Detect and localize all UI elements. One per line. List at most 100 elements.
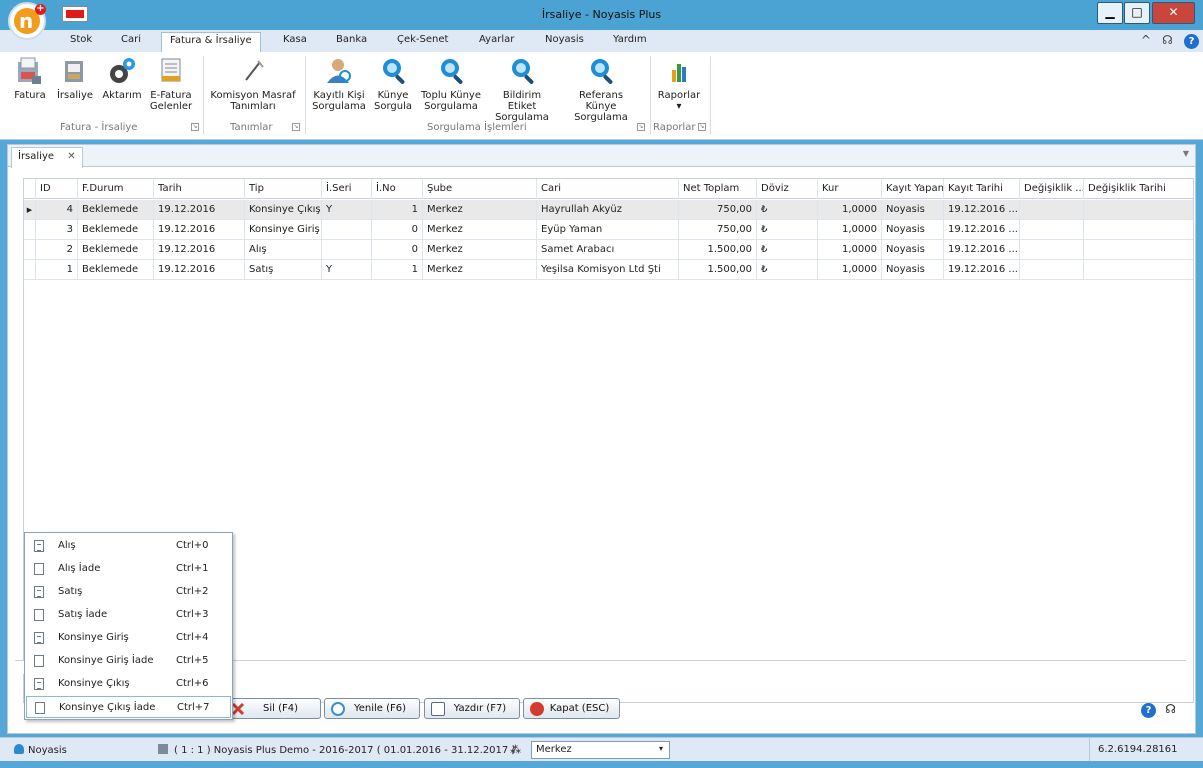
user-icon [14, 744, 24, 754]
column-header-kayit-tarihi[interactable]: Kayıt Tarihi [944, 179, 1020, 199]
branch-select[interactable]: Merkez ▾ [531, 741, 670, 759]
tab-list-dropdown-icon[interactable]: ▼ [1183, 149, 1189, 158]
cell-tip: Konsinye Çıkış [245, 200, 322, 220]
cell-doviz: ₺ [757, 240, 818, 260]
column-header-tarih[interactable]: Tarih [154, 179, 245, 199]
bildirim-etiket-sorgulama-button[interactable]: Bildirim Etiket Sorgulama [488, 56, 556, 123]
cell-net-toplam: 750,00 [679, 200, 757, 220]
flag-icon[interactable] [62, 6, 88, 22]
group-launcher-tanimlar[interactable]: ↘ [292, 123, 300, 131]
document-icon [34, 540, 44, 552]
group-launcher-raporlar[interactable]: ↘ [698, 123, 706, 131]
menu-item-alis[interactable]: Alış Ctrl+0 [26, 535, 231, 557]
cell-doviz: ₺ [757, 260, 818, 280]
menu-item-shortcut: Ctrl+6 [176, 678, 209, 689]
tab-banka[interactable]: Banka [336, 34, 367, 45]
efatura-label-1: E-Fatura [150, 90, 192, 101]
close-tab-icon[interactable]: ✕ [67, 151, 75, 162]
tab-stok[interactable]: Stok [70, 34, 92, 45]
irsaliye-button[interactable]: İrsaliye [55, 56, 95, 101]
collapse-ribbon-icon[interactable]: ^ [1141, 33, 1151, 47]
cell-seri [322, 220, 372, 240]
kunye-sorgula-button[interactable]: Künye Sorgula [373, 56, 413, 112]
tab-cari[interactable]: Cari [121, 34, 141, 45]
komisyon-masraf-button[interactable]: Komisyon Masraf Tanımları [210, 56, 296, 112]
group-launcher-sorgulama[interactable]: ↘ [637, 123, 645, 131]
table-row[interactable]: 2 Beklemede 19.12.2016 Alış 0 Merkez Sam… [24, 240, 1193, 260]
raporlar-button[interactable]: Raporlar ▾ [656, 56, 702, 112]
delete-icon [231, 702, 245, 716]
column-header-kayit-yapan[interactable]: Kayıt Yapan [882, 179, 944, 199]
aktarim-button[interactable]: Aktarım [102, 56, 142, 101]
help-icon[interactable]: ? [1184, 34, 1199, 49]
column-header-doviz[interactable]: Döviz [757, 179, 818, 199]
app-logo-button[interactable]: n + [8, 2, 46, 40]
cell-degisiklik [1020, 240, 1084, 260]
headset-icon[interactable]: ☊ [1162, 33, 1173, 47]
headset-icon[interactable]: ☊ [1165, 702, 1176, 716]
yenile-button[interactable]: Yenile (F6) [324, 698, 420, 719]
tab-yardim[interactable]: Yardım [613, 34, 647, 45]
table-row[interactable]: 3 Beklemede 19.12.2016 Konsinye Giriş 0 … [24, 220, 1193, 240]
group-launcher-fatura[interactable]: ↘ [191, 123, 199, 131]
column-header-id[interactable]: ID [36, 179, 78, 199]
efatura-gelenler-button[interactable]: E-Fatura Gelenler [148, 56, 194, 112]
tab-ayarlar[interactable]: Ayarlar [479, 34, 514, 45]
group-label-fatura-irsaliye: Fatura - İrsaliye [60, 122, 138, 133]
group-label-raporlar: Raporlar [653, 122, 696, 133]
menu-item-satis-iade[interactable]: Satış İade Ctrl+3 [26, 604, 231, 626]
row-indicator-icon: ▶ [24, 200, 36, 220]
menu-item-konsinye-cikis[interactable]: Konsinye Çıkış Ctrl+6 [26, 673, 231, 695]
fatura-button[interactable]: Fatura [12, 56, 48, 101]
column-header-net-toplam[interactable]: Net Toplam [679, 179, 757, 199]
menu-item-konsinye-giris-iade[interactable]: Konsinye Giriş İade Ctrl+5 [26, 650, 231, 672]
yenile-button-label: Yenile (F6) [353, 703, 407, 714]
sil-button[interactable]: Sil (F4) [224, 698, 321, 719]
column-header-iseri[interactable]: İ.Seri [322, 179, 372, 199]
minimize-button[interactable]: ▁ [1097, 2, 1123, 24]
referans-kunye-sorgulama-button[interactable]: Referans Künye Sorgulama [562, 56, 640, 123]
column-header-ino[interactable]: İ.No [372, 179, 423, 199]
yazdir-button[interactable]: Yazdır (F7) [424, 698, 520, 719]
cell-kayit-tarihi: 19.12.2016 ... [944, 220, 1020, 240]
tab-fatura-irsaliye[interactable]: Fatura & İrsaliye [161, 32, 261, 53]
column-header-cari[interactable]: Cari [537, 179, 679, 199]
referans-label-2: Sorgulama [574, 112, 628, 123]
cell-id: 4 [36, 200, 78, 220]
menu-item-konsinye-cikis-iade[interactable]: Konsinye Çıkış İade Ctrl+7 [26, 696, 231, 718]
cell-cari: Eyüp Yaman [537, 220, 679, 240]
tab-noyasis[interactable]: Noyasis [545, 34, 584, 45]
cell-tarih: 19.12.2016 [154, 220, 245, 240]
cell-no: 0 [372, 240, 423, 260]
column-header-sube[interactable]: Şube [423, 179, 537, 199]
close-button[interactable]: ✕ [1152, 2, 1195, 24]
column-header-degisiklik-tarihi[interactable]: Değişiklik Tarihi [1084, 179, 1193, 199]
maximize-button[interactable]: □ [1124, 2, 1150, 24]
table-row[interactable]: ▶ 4 Beklemede 19.12.2016 Konsinye Çıkış … [24, 200, 1193, 220]
raporlar-dropdown-icon[interactable]: ▾ [676, 101, 681, 112]
cell-kur: 1,0000 [818, 260, 882, 280]
title-bar[interactable]: İrsaliye - Noyasis Plus ▁ □ ✕ [0, 0, 1203, 30]
cell-degisiklik [1020, 200, 1084, 220]
column-header-degisiklik[interactable]: Değişiklik ... [1020, 179, 1084, 199]
menu-item-konsinye-giris[interactable]: Konsinye Giriş Ctrl+4 [26, 627, 231, 649]
toplu-kunye-sorgulama-button[interactable]: Toplu Künye Sorgulama [420, 56, 482, 112]
kayitli-kisi-sorgulama-button[interactable]: Kayıtlı Kişi Sorgulama [312, 56, 366, 112]
cell-tip: Alış [245, 240, 322, 260]
document-tab-label: İrsaliye [18, 151, 55, 162]
table-row[interactable]: 1 Beklemede 19.12.2016 Satış Y 1 Merkez … [24, 260, 1193, 280]
kapat-button[interactable]: Kapat (ESC) [523, 698, 620, 719]
referans-label-1: Referans Künye [578, 90, 624, 112]
menu-item-alis-iade[interactable]: Alış İade Ctrl+1 [26, 558, 231, 580]
menu-item-satis[interactable]: Satış Ctrl+2 [26, 581, 231, 603]
column-header-fdurum[interactable]: F.Durum [78, 179, 154, 199]
cell-id: 3 [36, 220, 78, 240]
kunye-label-2: Sorgula [374, 101, 412, 112]
status-bar: Noyasis ( 1 : 1 ) Noyasis Plus Demo - 20… [0, 737, 1203, 761]
document-tab-irsaliye[interactable]: İrsaliye ✕ [11, 147, 83, 168]
column-header-tip[interactable]: Tip [245, 179, 322, 199]
column-header-kur[interactable]: Kur [818, 179, 882, 199]
tab-kasa[interactable]: Kasa [283, 34, 307, 45]
tab-cek-senet[interactable]: Çek-Senet [397, 34, 448, 45]
help-icon[interactable]: ? [1141, 703, 1156, 718]
